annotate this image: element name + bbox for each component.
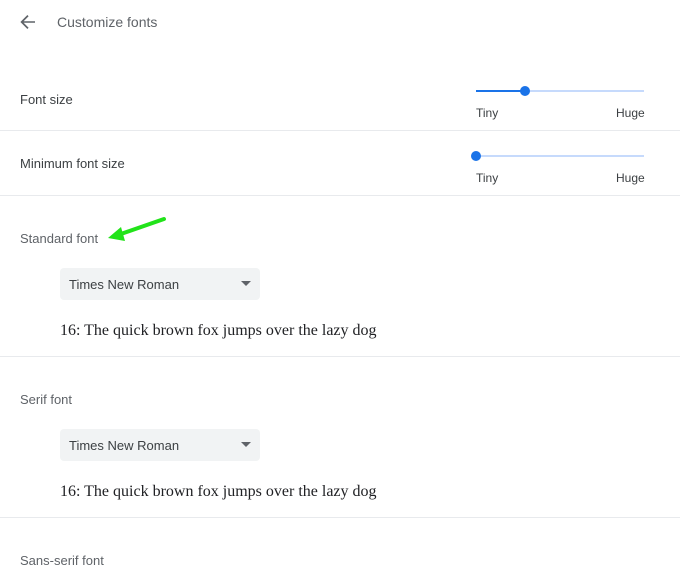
font-size-slider[interactable] bbox=[476, 84, 644, 98]
back-button[interactable] bbox=[14, 8, 42, 36]
sans-serif-font-section: Sans-serif font bbox=[0, 518, 680, 567]
minimum-font-size-max-label: Huge bbox=[616, 171, 645, 185]
slider-fill bbox=[476, 90, 525, 92]
slider-track bbox=[476, 155, 644, 157]
minimum-font-size-slider[interactable] bbox=[471, 149, 644, 163]
serif-font-selected-value: Times New Roman bbox=[69, 438, 180, 453]
standard-font-select[interactable]: Times New Roman bbox=[60, 268, 260, 300]
standard-font-section: Standard font Times New Roman 16: The qu… bbox=[0, 196, 680, 357]
standard-font-title: Standard font bbox=[20, 231, 99, 246]
minimum-font-size-label: Minimum font size bbox=[20, 156, 125, 171]
font-size-max-label: Huge bbox=[616, 106, 645, 120]
standard-font-sample: 16: The quick brown fox jumps over the l… bbox=[60, 322, 377, 339]
font-size-row: Font size Tiny Huge bbox=[0, 66, 680, 131]
dropdown-caret-icon bbox=[241, 281, 251, 286]
sans-serif-font-title: Sans-serif font bbox=[20, 553, 104, 567]
font-size-label: Font size bbox=[20, 92, 73, 107]
serif-font-sample: 16: The quick brown fox jumps over the l… bbox=[60, 483, 377, 500]
serif-font-section: Serif font Times New Roman 16: The quick… bbox=[0, 357, 680, 518]
slider-knob[interactable] bbox=[471, 151, 481, 161]
font-size-min-label: Tiny bbox=[476, 106, 499, 120]
standard-font-selected-value: Times New Roman bbox=[69, 277, 180, 292]
page-title: Customize fonts bbox=[57, 14, 158, 30]
minimum-font-size-min-label: Tiny bbox=[476, 171, 499, 185]
slider-knob[interactable] bbox=[520, 86, 530, 96]
dropdown-caret-icon bbox=[241, 442, 251, 447]
customize-fonts-page: Customize fonts Font size Tiny Huge Mini… bbox=[0, 0, 680, 567]
serif-font-title: Serif font bbox=[20, 392, 73, 407]
annotation-arrow-icon bbox=[108, 217, 166, 241]
arrow-back-icon bbox=[20, 15, 35, 29]
serif-font-select[interactable]: Times New Roman bbox=[60, 429, 260, 461]
page-header: Customize fonts bbox=[0, 0, 680, 44]
minimum-font-size-row: Minimum font size Tiny Huge bbox=[0, 131, 680, 196]
